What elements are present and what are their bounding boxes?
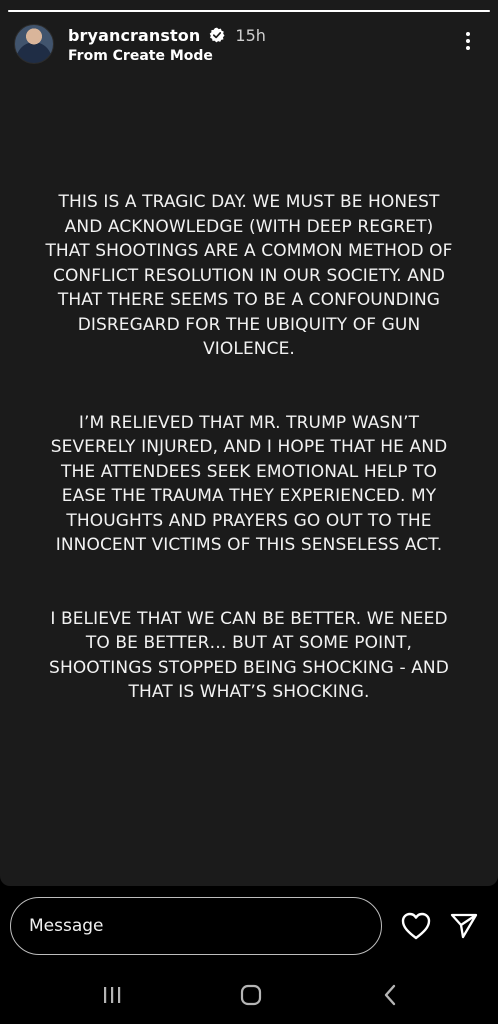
avatar[interactable] xyxy=(14,24,54,64)
reply-bar xyxy=(0,886,498,966)
more-vertical-icon xyxy=(466,32,470,36)
story-viewer[interactable]: bryancranston 15h From Create Mode THIS … xyxy=(0,0,498,886)
story-paragraph: THIS IS A TRAGIC DAY. WE MUST BE HONEST … xyxy=(45,192,453,359)
recents-icon xyxy=(104,987,121,1003)
heart-icon xyxy=(401,912,431,940)
share-button[interactable] xyxy=(448,910,480,942)
story-paragraph: I’M RELIEVED THAT MR. TRUMP WASN’T SEVER… xyxy=(50,412,448,556)
story-text: THIS IS A TRAGIC DAY. WE MUST BE HONEST … xyxy=(20,190,478,705)
more-vertical-icon-dot xyxy=(466,39,470,43)
more-options-button[interactable] xyxy=(458,30,478,52)
post-time: 15h xyxy=(235,25,266,45)
story-subtitle[interactable]: From Create Mode xyxy=(68,48,266,64)
back-button[interactable] xyxy=(376,982,404,1008)
user-block: bryancranston 15h From Create Mode xyxy=(68,24,266,65)
username[interactable]: bryancranston xyxy=(68,26,200,45)
like-button[interactable] xyxy=(400,910,432,942)
recents-button[interactable] xyxy=(98,982,126,1008)
more-vertical-icon-dot xyxy=(466,46,470,50)
user-row: bryancranston 15h xyxy=(68,24,266,46)
home-icon xyxy=(240,984,262,1006)
verified-badge-icon xyxy=(209,27,225,43)
story-paragraph: I BELIEVE THAT WE CAN BE BETTER. WE NEED… xyxy=(49,608,449,703)
send-icon xyxy=(450,913,478,939)
home-button[interactable] xyxy=(237,982,265,1008)
story-progress-bar xyxy=(8,10,490,12)
story-progress-fill xyxy=(8,10,490,12)
story-header: bryancranston 15h From Create Mode xyxy=(14,22,486,66)
message-input[interactable] xyxy=(10,897,382,955)
system-navigation-bar xyxy=(0,966,498,1024)
back-icon xyxy=(384,984,396,1006)
